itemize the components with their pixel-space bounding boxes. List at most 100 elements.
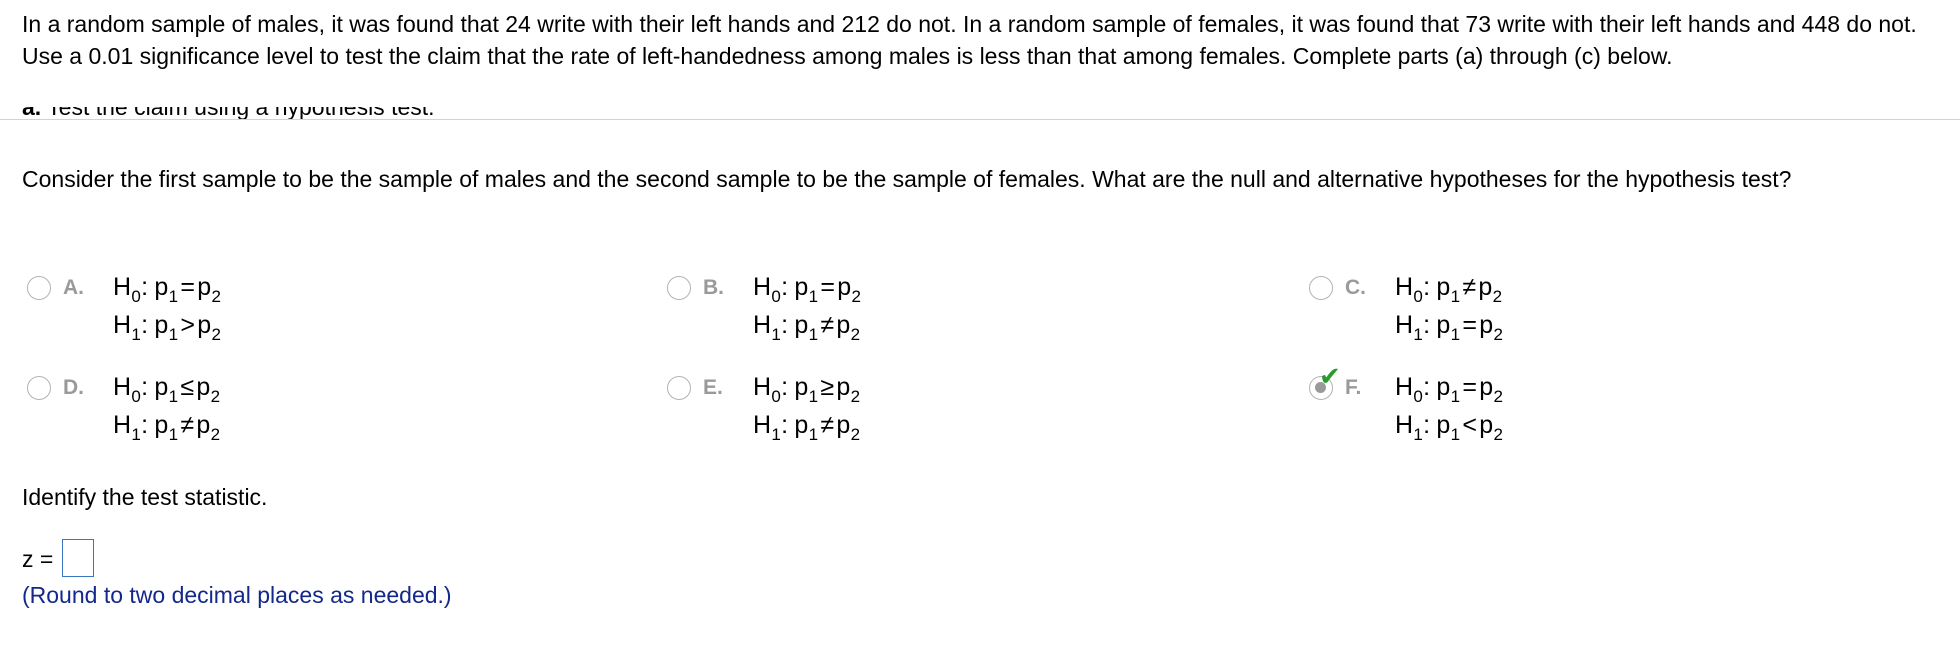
hypothesis-symbol: H: [113, 411, 132, 439]
hypothesis-subscript: 1: [771, 325, 782, 344]
choice-letter: F.: [1345, 376, 1362, 399]
relation-symbol: <: [1462, 411, 1478, 439]
proportion-symbol: p: [154, 373, 169, 401]
hypothesis-symbol: H: [113, 373, 132, 401]
alternative-hypothesis: H1: p1≠p2: [753, 411, 860, 443]
hypothesis-subscript: 1: [1413, 325, 1424, 344]
relation-symbol: =: [180, 273, 196, 301]
proportion-subscript: 1: [808, 287, 819, 306]
proportion-subscript: 1: [808, 425, 819, 444]
proportion-symbol: p: [196, 373, 211, 401]
proportion-subscript: 2: [851, 287, 862, 306]
radio-button[interactable]: [27, 276, 51, 300]
alternative-hypothesis: H1: p1≠p2: [753, 311, 860, 343]
choice-letter: C.: [1345, 276, 1366, 299]
proportion-subscript: 1: [1450, 287, 1461, 306]
part-a-label: a.: [22, 107, 42, 120]
choice-b[interactable]: B. H0: p1=p2 H1: p1≠p2: [667, 271, 1067, 351]
choice-c[interactable]: C. H0: p1≠p2 H1: p1=p2: [1309, 271, 1709, 351]
relation-symbol: =: [1462, 311, 1478, 339]
hypothesis-subscript: 0: [771, 387, 782, 406]
colon: :: [781, 273, 789, 301]
proportion-symbol: p: [1478, 273, 1493, 301]
proportion-symbol: p: [836, 373, 851, 401]
proportion-symbol: p: [1479, 311, 1494, 339]
hypothesis-subscript: 1: [131, 325, 142, 344]
checkmark-icon: ✔: [1319, 361, 1341, 391]
proportion-subscript: 2: [1493, 425, 1504, 444]
hypothesis-subscript: 1: [1413, 425, 1424, 444]
hypothesis-symbol: H: [753, 411, 772, 439]
choice-letter: A.: [63, 276, 84, 299]
proportion-symbol: p: [794, 411, 809, 439]
relation-symbol: ≠: [180, 411, 195, 439]
choice-letter: B.: [703, 276, 724, 299]
proportion-subscript: 2: [210, 387, 221, 406]
choice-letter: E.: [703, 376, 723, 399]
colon: :: [141, 273, 149, 301]
colon: :: [1423, 311, 1431, 339]
proportion-subscript: 2: [211, 287, 222, 306]
hypothesis-symbol: H: [1395, 411, 1414, 439]
relation-symbol: ≠: [1462, 273, 1477, 301]
choice-a[interactable]: A. H0: p1=p2 H1: p1>p2: [27, 271, 427, 351]
radio-button[interactable]: [1309, 276, 1333, 300]
choice-f[interactable]: ✔ F. H0: p1=p2 H1: p1<p2: [1309, 363, 1709, 451]
part-a-text: Test the claim using a hypothesis test.: [47, 107, 435, 120]
colon: :: [781, 311, 789, 339]
proportion-subscript: 2: [1493, 325, 1504, 344]
proportion-subscript: 1: [168, 387, 179, 406]
colon: :: [141, 373, 149, 401]
alternative-hypothesis: H1: p1<p2: [1395, 411, 1503, 443]
relation-symbol: ≥: [820, 373, 835, 401]
choice-letter: D.: [63, 376, 84, 399]
hypothesis-symbol: H: [753, 273, 772, 301]
null-hypothesis: H0: p1≥p2: [753, 373, 860, 405]
colon: :: [1423, 273, 1431, 301]
null-hypothesis: H0: p1=p2: [753, 273, 861, 305]
choice-e[interactable]: E. H0: p1≥p2 H1: p1≠p2: [667, 371, 1067, 451]
null-hypothesis: H0: p1≤p2: [113, 373, 220, 405]
proportion-subscript: 2: [211, 325, 222, 344]
proportion-symbol: p: [197, 311, 212, 339]
proportion-subscript: 1: [168, 425, 179, 444]
proportion-symbol: p: [794, 311, 809, 339]
alternative-hypothesis: H1: p1>p2: [113, 311, 221, 343]
proportion-symbol: p: [1436, 311, 1451, 339]
hypothesis-symbol: H: [753, 311, 772, 339]
radio-button[interactable]: [667, 376, 691, 400]
proportion-subscript: 2: [850, 387, 861, 406]
null-hypothesis: H0: p1=p2: [1395, 373, 1503, 405]
hypotheses-question: Consider the first sample to be the samp…: [22, 166, 1792, 192]
hypothesis-subscript: 0: [1413, 287, 1424, 306]
radio-button[interactable]: [667, 276, 691, 300]
choice-d[interactable]: D. H0: p1≤p2 H1: p1≠p2: [27, 371, 427, 451]
proportion-symbol: p: [1436, 411, 1451, 439]
proportion-symbol: p: [794, 273, 809, 301]
colon: :: [781, 373, 789, 401]
identify-prompt: Identify the test statistic.: [22, 484, 268, 510]
proportion-symbol: p: [197, 273, 212, 301]
radio-button[interactable]: [27, 376, 51, 400]
proportion-symbol: p: [154, 411, 169, 439]
alternative-hypothesis: H1: p1=p2: [1395, 311, 1503, 343]
colon: :: [1423, 373, 1431, 401]
proportion-subscript: 2: [850, 425, 861, 444]
hypothesis-subscript: 0: [1413, 387, 1424, 406]
z-answer-input[interactable]: [62, 539, 94, 577]
proportion-symbol: p: [837, 273, 852, 301]
hypothesis-subscript: 1: [771, 425, 782, 444]
proportion-symbol: p: [1436, 273, 1451, 301]
proportion-symbol: p: [154, 311, 169, 339]
relation-symbol: =: [820, 273, 836, 301]
rounding-note: (Round to two decimal places as needed.): [22, 582, 452, 608]
proportion-symbol: p: [1479, 373, 1494, 401]
proportion-symbol: p: [154, 273, 169, 301]
relation-symbol: =: [1462, 373, 1478, 401]
proportion-subscript: 1: [808, 387, 819, 406]
proportion-subscript: 1: [168, 325, 179, 344]
proportion-subscript: 2: [850, 325, 861, 344]
hypothesis-symbol: H: [113, 311, 132, 339]
hypothesis-symbol: H: [753, 373, 772, 401]
proportion-symbol: p: [836, 311, 851, 339]
